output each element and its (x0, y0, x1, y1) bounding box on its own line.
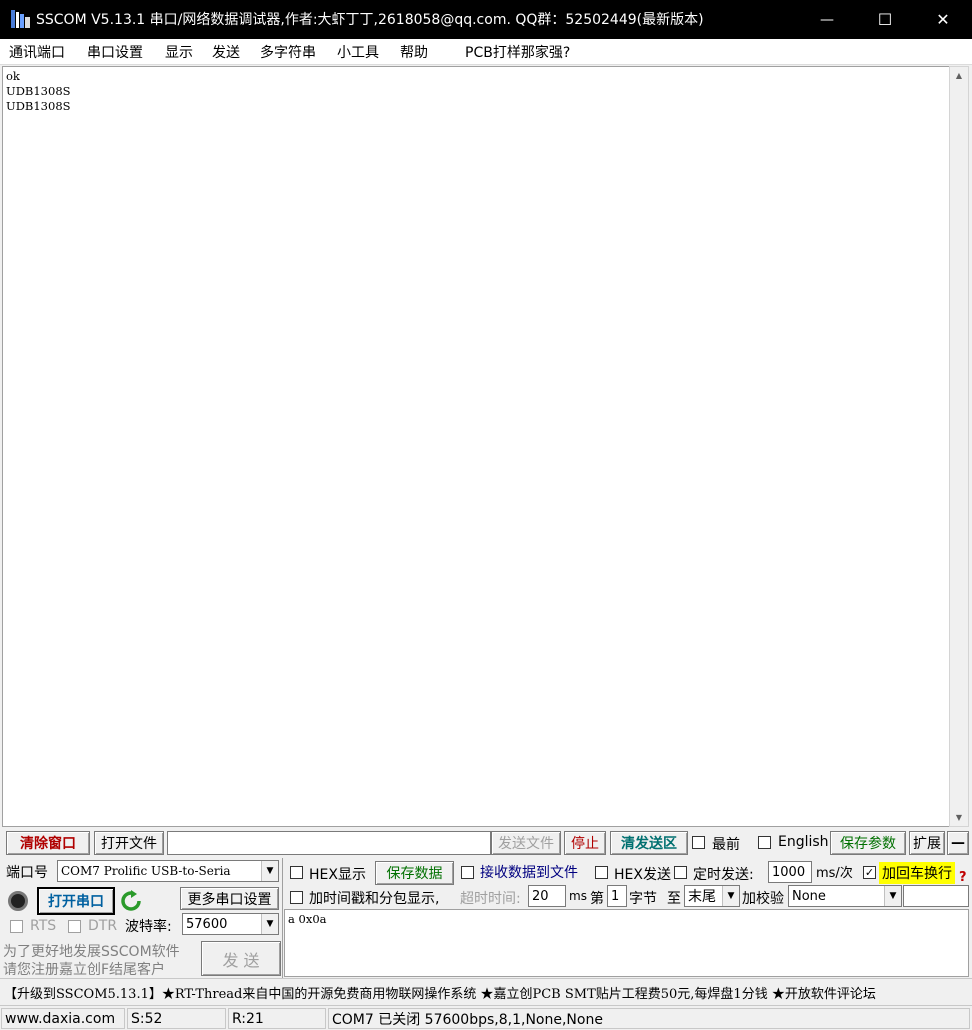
minimize-button[interactable]: — (798, 0, 856, 39)
title-bar: SSCOM V5.13.1 串口/网络数据调试器,作者:大虾丁丁,2618058… (0, 0, 972, 39)
checksum-value: None (792, 888, 826, 904)
maximize-icon: ☐ (877, 10, 893, 29)
menu-bar: 通讯端口 串口设置 显示 发送 多字符串 小工具 帮助 PCB打样那家强? (0, 39, 972, 65)
close-button[interactable]: ✕ (914, 0, 972, 39)
baud-value: 57600 (186, 916, 228, 932)
rts-label: RTS (30, 918, 57, 934)
add-crlf-checkbox[interactable]: ✓ (863, 866, 876, 879)
dtr-checkbox[interactable] (68, 920, 81, 933)
timed-send-label: 定时发送: (693, 867, 754, 883)
checksum-label: 加校验 (742, 891, 784, 907)
byte-suffix: 字节 (629, 891, 657, 907)
chevron-down-icon: ▼ (884, 886, 901, 906)
hex-send-label: HEX发送 (614, 867, 671, 883)
refresh-icon[interactable] (120, 890, 142, 912)
to-label: 至 (667, 891, 681, 907)
scroll-up-icon[interactable]: ▲ (950, 67, 968, 84)
save-params-button[interactable]: 保存参数 (830, 831, 906, 855)
topmost-label: 最前 (712, 837, 740, 853)
interval-input[interactable]: 1000 (768, 861, 812, 883)
english-label: English (778, 834, 829, 850)
promo-line-1: 为了更好地发展SSCOM软件 (3, 944, 180, 960)
send-file-button[interactable]: 发送文件 (491, 831, 561, 855)
file-path-field[interactable] (167, 831, 491, 855)
dtr-label: DTR (88, 918, 118, 934)
save-data-button[interactable]: 保存数据 (375, 861, 454, 885)
baud-label: 波特率: (125, 919, 172, 935)
recv-to-file-label: 接收数据到文件 (480, 865, 578, 881)
status-website[interactable]: www.daxia.com (1, 1008, 125, 1029)
menu-tools[interactable]: 小工具 (337, 42, 379, 62)
promo-line-2: 请您注册嘉立创F结尾客户 (3, 962, 166, 978)
clear-send-button[interactable]: 清发送区 (610, 831, 688, 855)
status-sent-count: S:52 (127, 1008, 226, 1029)
menu-multi-string[interactable]: 多字符串 (260, 42, 316, 62)
hex-display-label: HEX显示 (309, 867, 366, 883)
receive-area[interactable]: ok UDB1308S UDB1308S (2, 66, 949, 827)
port-label: 端口号 (6, 865, 48, 881)
english-checkbox[interactable] (758, 836, 771, 849)
hex-display-checkbox[interactable] (290, 866, 303, 879)
receive-scrollbar[interactable]: ▲ ▼ (949, 66, 969, 827)
port-status-led-icon (8, 891, 28, 911)
byte-input[interactable]: 1 (607, 885, 627, 907)
to-select[interactable]: 末尾 ▼ (684, 885, 740, 907)
ad-bar[interactable]: 【升级到SSCOM5.13.1】★RT-Thread来自中国的开源免费商用物联网… (0, 978, 972, 1004)
clear-window-button[interactable]: 清除窗口 (6, 831, 90, 855)
ad-text: 【升级到SSCOM5.13.1】★RT-Thread来自中国的开源免费商用物联网… (4, 987, 876, 1002)
port-select[interactable]: COM7 Prolific USB-to-Seria ▼ (57, 860, 279, 882)
hex-send-checkbox[interactable] (595, 866, 608, 879)
chevron-down-icon: ▼ (261, 914, 278, 934)
timed-send-checkbox[interactable] (674, 866, 687, 879)
scroll-down-icon[interactable]: ▼ (950, 809, 968, 826)
topmost-checkbox[interactable] (692, 836, 705, 849)
status-received-count: R:21 (228, 1008, 326, 1029)
timestamp-checkbox[interactable] (290, 891, 303, 904)
to-value: 末尾 (688, 889, 716, 905)
menu-display[interactable]: 显示 (165, 42, 193, 62)
expand-button[interactable]: 扩展 (909, 831, 945, 855)
baud-select[interactable]: 57600 ▼ (182, 913, 279, 935)
window-title: SSCOM V5.13.1 串口/网络数据调试器,作者:大虾丁丁,2618058… (36, 12, 704, 28)
recv-to-file-checkbox[interactable] (461, 866, 474, 879)
panel-divider (282, 858, 283, 978)
chevron-down-icon: ▼ (261, 861, 278, 881)
collapse-button[interactable]: — (947, 831, 969, 855)
menu-help[interactable]: 帮助 (400, 42, 428, 62)
help-icon[interactable]: ? (959, 870, 967, 885)
add-crlf-label: 加回车换行 (879, 862, 955, 884)
maximize-button[interactable]: ☐ (856, 0, 914, 39)
rts-checkbox[interactable] (10, 920, 23, 933)
stop-button[interactable]: 停止 (564, 831, 606, 855)
timeout-label: 超时时间: (460, 891, 521, 907)
checksum-select[interactable]: None ▼ (788, 885, 902, 907)
timeout-input[interactable]: 20 (528, 885, 566, 907)
checksum-extra-field[interactable] (903, 885, 969, 907)
open-file-button[interactable]: 打开文件 (94, 831, 164, 855)
status-port-info: COM7 已关闭 57600bps,8,1,None,None (328, 1008, 970, 1029)
interval-unit: ms/次 (816, 866, 853, 881)
close-icon: ✕ (936, 10, 950, 29)
chevron-down-icon: ▼ (722, 886, 739, 906)
timestamp-label: 加时间戳和分包显示, (309, 891, 440, 907)
status-bar: www.daxia.com S:52 R:21 COM7 已关闭 57600bp… (0, 1005, 972, 1030)
menu-send[interactable]: 发送 (212, 42, 240, 62)
send-text: a 0x0a (288, 912, 327, 926)
menu-serial-settings[interactable]: 串口设置 (87, 42, 143, 62)
byte-prefix: 第 (590, 891, 604, 907)
menu-comm-port[interactable]: 通讯端口 (9, 42, 65, 62)
minimize-icon: — (820, 11, 834, 28)
receive-text: ok UDB1308S UDB1308S (6, 69, 71, 113)
send-button[interactable]: 发 送 (201, 941, 281, 976)
more-settings-button[interactable]: 更多串口设置 (180, 887, 279, 910)
open-port-button[interactable]: 打开串口 (37, 887, 115, 915)
menu-pcb-ad[interactable]: PCB打样那家强? (465, 42, 570, 62)
app-icon (10, 9, 32, 29)
send-area[interactable]: a 0x0a (284, 909, 969, 977)
timeout-unit: ms (569, 889, 587, 903)
port-value: COM7 Prolific USB-to-Seria (61, 864, 231, 878)
